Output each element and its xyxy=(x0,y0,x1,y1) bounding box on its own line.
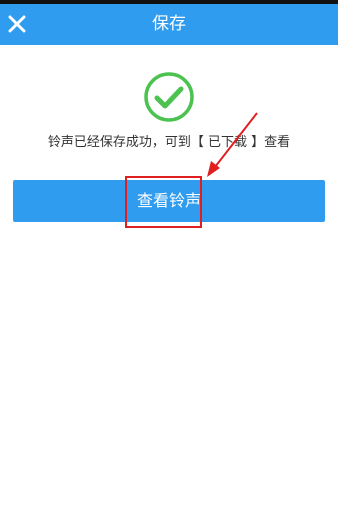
annotation-arrow xyxy=(207,112,258,177)
